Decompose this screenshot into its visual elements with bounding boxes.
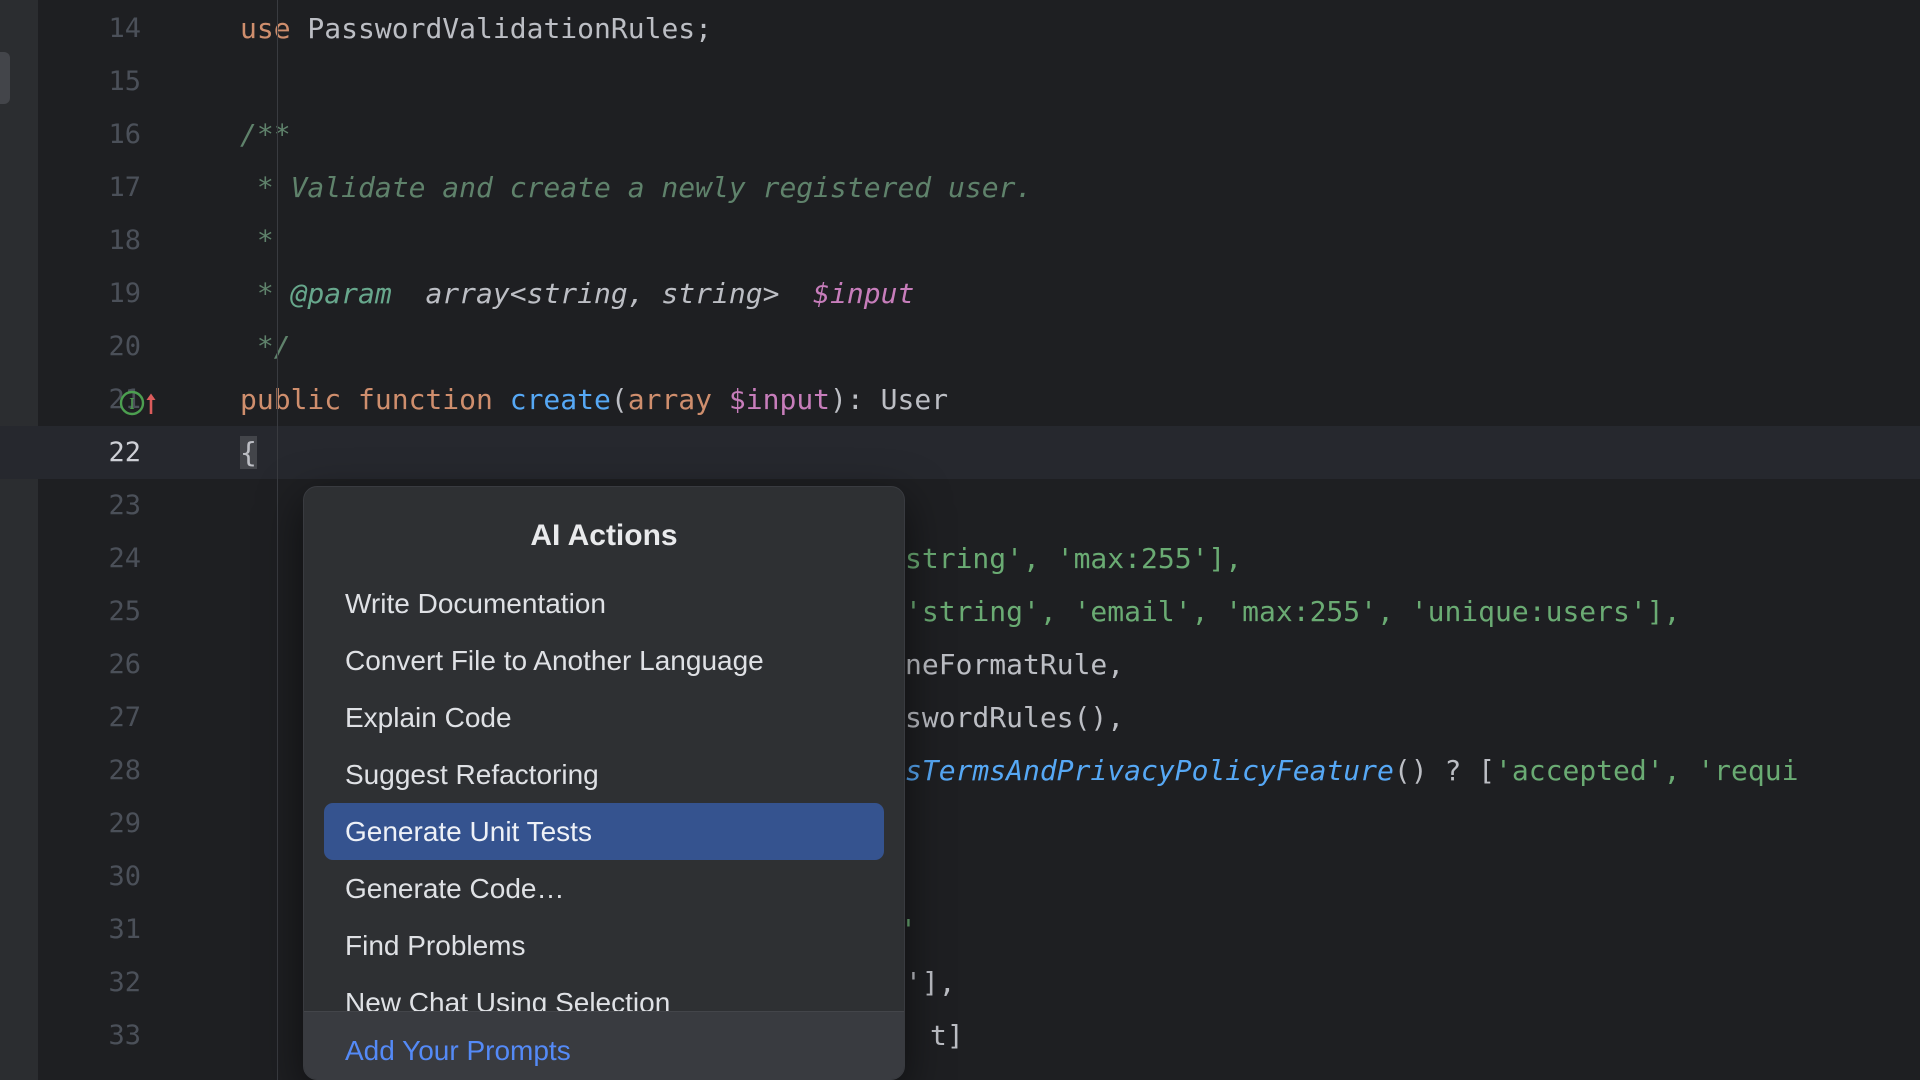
code-token: array<string, string> [392, 277, 813, 310]
code-token: */ [240, 330, 291, 363]
menu-item-convert-file-to-another-language[interactable]: Convert File to Another Language [324, 632, 884, 689]
code-token: 'string', 'email', 'max:255', 'unique:us… [905, 595, 1680, 628]
code-line-row[interactable]: 21 I public function create(array $input… [0, 373, 1920, 426]
line-number: 22 [0, 426, 163, 479]
menu-item-write-documentation[interactable]: Write Documentation [324, 575, 884, 632]
code-token: /** [240, 118, 291, 151]
code-token: $input [813, 277, 914, 310]
line-number: 19 [0, 267, 163, 320]
code-text: use PasswordValidationRules; [240, 2, 712, 55]
code-line-row[interactable]: 22 { [0, 426, 1920, 479]
implements-interface-gutter-icon[interactable]: I [118, 387, 162, 417]
code-line-row[interactable]: 26 neFormatRule, [0, 638, 1920, 691]
line-number: 32 [0, 956, 163, 1009]
code-line-row[interactable]: 31' [0, 903, 1920, 956]
code-text: * [240, 214, 274, 267]
code-token: * [240, 277, 291, 310]
code-line-row[interactable]: 24 string', 'max:255'], [0, 532, 1920, 585]
code-token: PasswordValidationRules; [291, 12, 712, 45]
code-text: t] [930, 1009, 964, 1062]
code-text: 'string', 'email', 'max:255', 'unique:us… [905, 585, 1680, 638]
line-number: 27 [0, 691, 163, 744]
code-text: /** [240, 108, 291, 161]
code-token: * Validate and create a newly registered… [240, 171, 1032, 204]
code-token: () ? [ [1394, 754, 1495, 787]
line-number: 29 [0, 797, 163, 850]
line-number: 23 [0, 479, 163, 532]
add-your-prompts-link[interactable]: Add Your Prompts [304, 1012, 905, 1080]
menu-item-generate-unit-tests[interactable]: Generate Unit Tests [324, 803, 884, 860]
code-line-row[interactable]: 25 'string', 'email', 'max:255', 'unique:… [0, 585, 1920, 638]
code-token: sTermsAndPrivacyPolicyFeature [905, 754, 1394, 787]
ai-actions-popup[interactable]: AI Actions Write DocumentationConvert Fi… [303, 486, 905, 1080]
code-token: '], [905, 966, 956, 999]
code-line-row[interactable]: 17 * Validate and create a newly registe… [0, 161, 1920, 214]
svg-text:I: I [129, 395, 135, 413]
code-line-row[interactable]: 15 [0, 55, 1920, 108]
code-token: swordRules(), [905, 701, 1124, 734]
code-line-row[interactable]: 16 /** [0, 108, 1920, 161]
line-number: 14 [0, 2, 163, 55]
menu-item-generate-code[interactable]: Generate Code… [324, 860, 884, 917]
line-number: 28 [0, 744, 163, 797]
line-number: 17 [0, 161, 163, 214]
menu-item-explain-code[interactable]: Explain Code [324, 689, 884, 746]
line-number: 16 [0, 108, 163, 161]
code-line-row[interactable]: 32 '], [0, 956, 1920, 1009]
menu-item-suggest-refactoring[interactable]: Suggest Refactoring [324, 746, 884, 803]
line-number: 20 [0, 320, 163, 373]
code-text: * Validate and create a newly registered… [240, 161, 1032, 214]
line-number: 18 [0, 214, 163, 267]
popup-footer: Add Your Prompts [304, 1011, 905, 1079]
code-line-row[interactable]: 18 * [0, 214, 1920, 267]
line-number: 24 [0, 532, 163, 585]
code-line-row[interactable]: 27 swordRules(), [0, 691, 1920, 744]
line-number: 26 [0, 638, 163, 691]
code-line-row[interactable]: 30 [0, 850, 1920, 903]
code-text: swordRules(), [905, 691, 1124, 744]
ide-window: 14 use PasswordValidationRules; 1516 /** 17 … [0, 0, 1920, 1080]
code-token: 'accepted', 'requi [1495, 754, 1798, 787]
code-token: ( [611, 383, 628, 416]
code-token: $input [729, 383, 830, 416]
code-token: create [510, 383, 611, 416]
line-number: 15 [0, 55, 163, 108]
code-token: t] [930, 1019, 964, 1052]
code-token: ): User [830, 383, 948, 416]
code-text: * @param array<string, string> $input [240, 267, 914, 320]
line-number: 30 [0, 850, 163, 903]
code-text: public function create(array $input): Us… [240, 373, 948, 426]
code-text: '], [905, 956, 956, 1009]
code-text: { [240, 426, 257, 479]
code-line-row[interactable]: 20 */ [0, 320, 1920, 373]
indent-guide [277, 0, 278, 1080]
code-token: public function [240, 383, 510, 416]
code-token: @param [291, 277, 392, 310]
code-line-row[interactable]: 23 [0, 479, 1920, 532]
code-token: * [240, 224, 274, 257]
popup-title: AI Actions [304, 487, 904, 571]
code-token: string', 'max:255'], [905, 542, 1242, 575]
line-number: 25 [0, 585, 163, 638]
code-token: { [240, 436, 257, 469]
code-token: neFormatRule, [905, 648, 1124, 681]
code-text: sTermsAndPrivacyPolicyFeature() ? ['acce… [905, 744, 1798, 797]
code-token: use [240, 12, 291, 45]
code-line-row[interactable]: 29 [0, 797, 1920, 850]
code-text: string', 'max:255'], [905, 532, 1242, 585]
code-text: neFormatRule, [905, 638, 1124, 691]
code-token: array [628, 383, 729, 416]
line-number: 33 [0, 1009, 163, 1062]
code-line-row[interactable]: 14 use PasswordValidationRules; [0, 2, 1920, 55]
menu-item-find-problems[interactable]: Find Problems [324, 917, 884, 974]
code-text: */ [240, 320, 291, 373]
line-number: 31 [0, 903, 163, 956]
code-line-row[interactable]: 33 t] [0, 1009, 1920, 1062]
code-line-row[interactable]: 28 sTermsAndPrivacyPolicyFeature() ? ['ac… [0, 744, 1920, 797]
ai-actions-menu-list[interactable]: Write DocumentationConvert File to Anoth… [304, 571, 904, 1031]
code-line-row[interactable]: 19 * @param array<string, string> $input [0, 267, 1920, 320]
